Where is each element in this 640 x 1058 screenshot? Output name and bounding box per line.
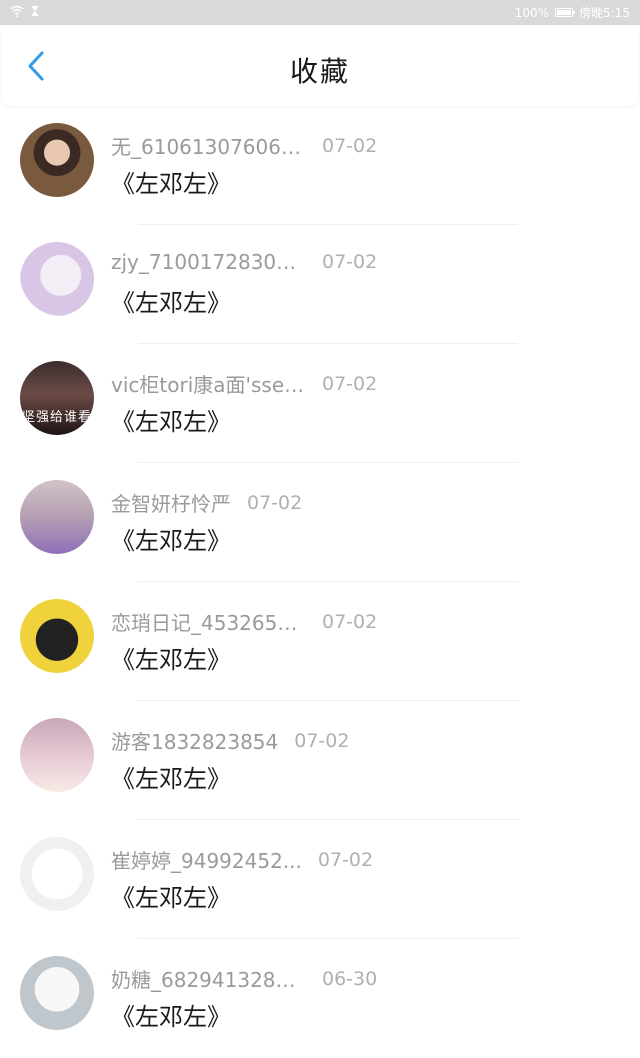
date: 07-02 (294, 729, 350, 752)
date: 07-02 (322, 372, 378, 395)
date: 07-02 (317, 848, 374, 871)
battery-icon (555, 8, 576, 17)
avatar[interactable] (20, 123, 94, 197)
status-bar: 100% 傍晚5:15 (0, 0, 640, 25)
list-item[interactable]: 游客1832823854 07-02 《左邓左》 (0, 701, 640, 820)
avatar-caption: 坚强给谁看 (21, 410, 92, 425)
hourglass-icon (30, 5, 40, 20)
username[interactable]: 金智妍杍怜严 (111, 488, 231, 517)
list-item[interactable]: 无_610613076066... 07-02 《左邓左》 (0, 106, 640, 225)
date: 07-02 (322, 251, 378, 273)
username[interactable]: 崔婷婷_94992452... (111, 845, 302, 874)
item-content[interactable]: 《左邓左》 (111, 759, 231, 794)
list-item[interactable]: 奶糖_6829413283... 06-30 《左邓左》 (0, 939, 640, 1058)
item-content[interactable]: 《左邓左》 (111, 283, 231, 318)
list-item[interactable]: 金智妍杍怜严 07-02 《左邓左》 (0, 463, 640, 582)
list-item[interactable]: 恋琑日记_4532654... 07-02 《左邓左》 (0, 582, 640, 701)
list-item[interactable]: zjy_710017283065.. 07-02 《左邓左》 (0, 225, 640, 344)
avatar[interactable] (20, 599, 94, 673)
list-item[interactable]: 坚强给谁看 vic柜tori康a面'ssec.. 07-02 《左邓左》 (0, 344, 640, 463)
list-item[interactable]: 崔婷婷_94992452... 07-02 《左邓左》 (0, 820, 640, 939)
item-content[interactable]: 《左邓左》 (111, 640, 231, 675)
date: 06-30 (322, 967, 378, 990)
wifi-icon (10, 5, 24, 20)
item-content[interactable]: 《左邓左》 (111, 164, 231, 199)
clock: 傍晚5:15 (579, 6, 630, 20)
date: 07-02 (322, 610, 378, 633)
date: 07-02 (322, 134, 378, 157)
username[interactable]: 游客1832823854 (111, 726, 278, 755)
avatar[interactable] (20, 718, 94, 792)
username[interactable]: vic柜tori康a面'ssec.. (111, 369, 306, 398)
top-bar: 收藏 (2, 26, 638, 106)
date: 07-02 (247, 491, 303, 514)
item-content[interactable]: 《左邓左》 (111, 878, 231, 913)
page-title: 收藏 (289, 55, 350, 88)
avatar[interactable] (20, 956, 94, 1030)
avatar[interactable]: 坚强给谁看 (20, 361, 94, 435)
avatar[interactable] (20, 242, 94, 316)
item-content[interactable]: 《左邓左》 (111, 521, 231, 556)
username[interactable]: zjy_710017283065.. (111, 250, 306, 274)
favorites-list: 无_610613076066... 07-02 《左邓左》 zjy_710017… (0, 106, 640, 1058)
username[interactable]: 无_610613076066... (111, 131, 306, 160)
username[interactable]: 奶糖_6829413283... (111, 964, 306, 993)
avatar[interactable] (20, 480, 94, 554)
item-content[interactable]: 《左邓左》 (111, 402, 231, 437)
item-content[interactable]: 《左邓左》 (111, 997, 231, 1032)
avatar[interactable] (20, 837, 94, 911)
battery-percent: 100% (514, 5, 550, 20)
username[interactable]: 恋琑日记_4532654... (111, 607, 306, 636)
